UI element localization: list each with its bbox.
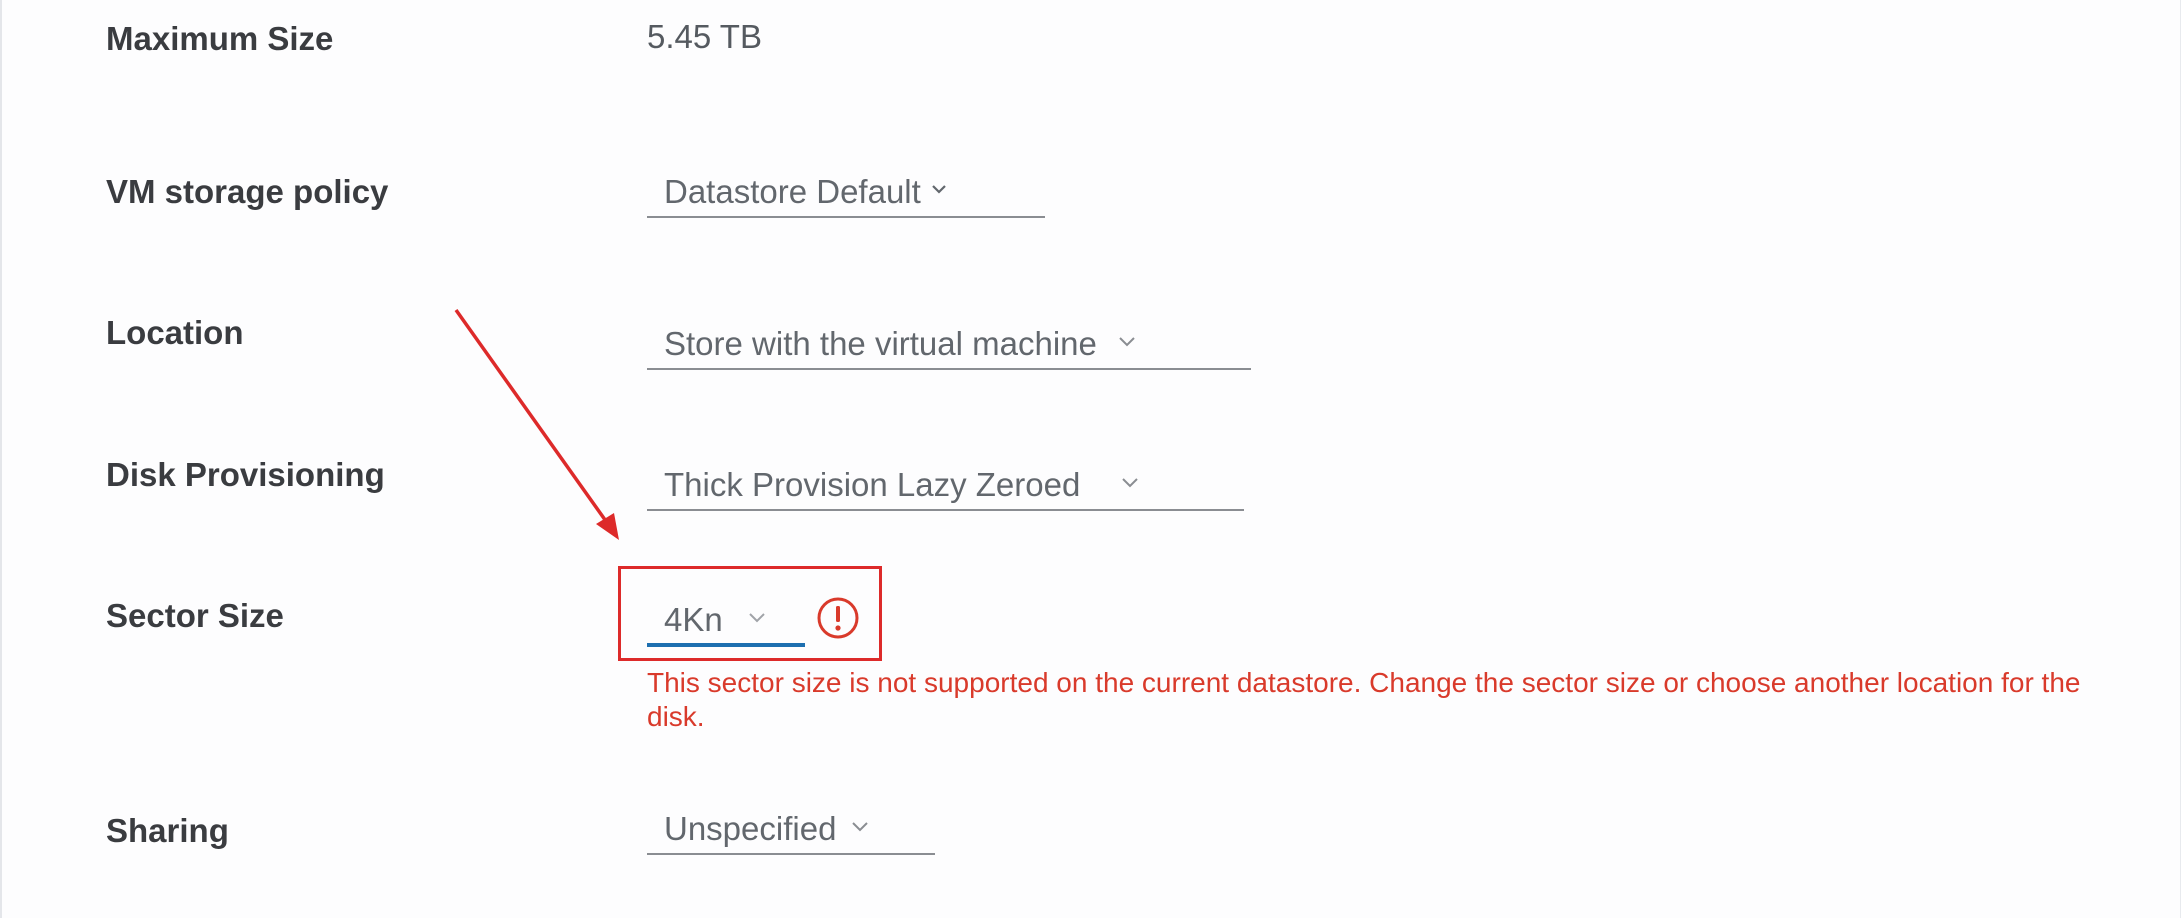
maximum-size-value: 5.45 TB <box>647 18 762 55</box>
sharing-select[interactable]: Unspecified <box>647 805 935 855</box>
sharing-label: Sharing <box>106 812 229 849</box>
annotation-highlight-box <box>618 566 882 661</box>
location-label: Location <box>106 314 244 351</box>
vm-storage-policy-label: VM storage policy <box>106 173 389 210</box>
sharing-value: Unspecified <box>664 810 837 847</box>
chevron-down-icon <box>850 820 870 832</box>
location-select[interactable]: Store with the virtual machine <box>647 320 1251 370</box>
disk-provisioning-select[interactable]: Thick Provision Lazy Zeroed <box>647 461 1244 511</box>
disk-settings-panel: Maximum Size 5.45 TB VM storage policy D… <box>0 0 2181 918</box>
chevron-down-icon <box>1117 335 1137 347</box>
vm-storage-policy-value: Datastore Default <box>664 173 921 210</box>
disk-provisioning-value: Thick Provision Lazy Zeroed <box>664 466 1081 503</box>
chevron-down-icon <box>1120 476 1140 488</box>
sector-size-label: Sector Size <box>106 597 284 634</box>
disk-provisioning-label: Disk Provisioning <box>106 456 385 493</box>
chevron-down-icon <box>931 184 947 194</box>
vm-storage-policy-select[interactable]: Datastore Default <box>647 168 1045 218</box>
sector-size-error-message: This sector size is not supported on the… <box>647 667 2081 732</box>
maximum-size-label: Maximum Size <box>106 20 334 57</box>
location-value: Store with the virtual machine <box>664 325 1097 362</box>
